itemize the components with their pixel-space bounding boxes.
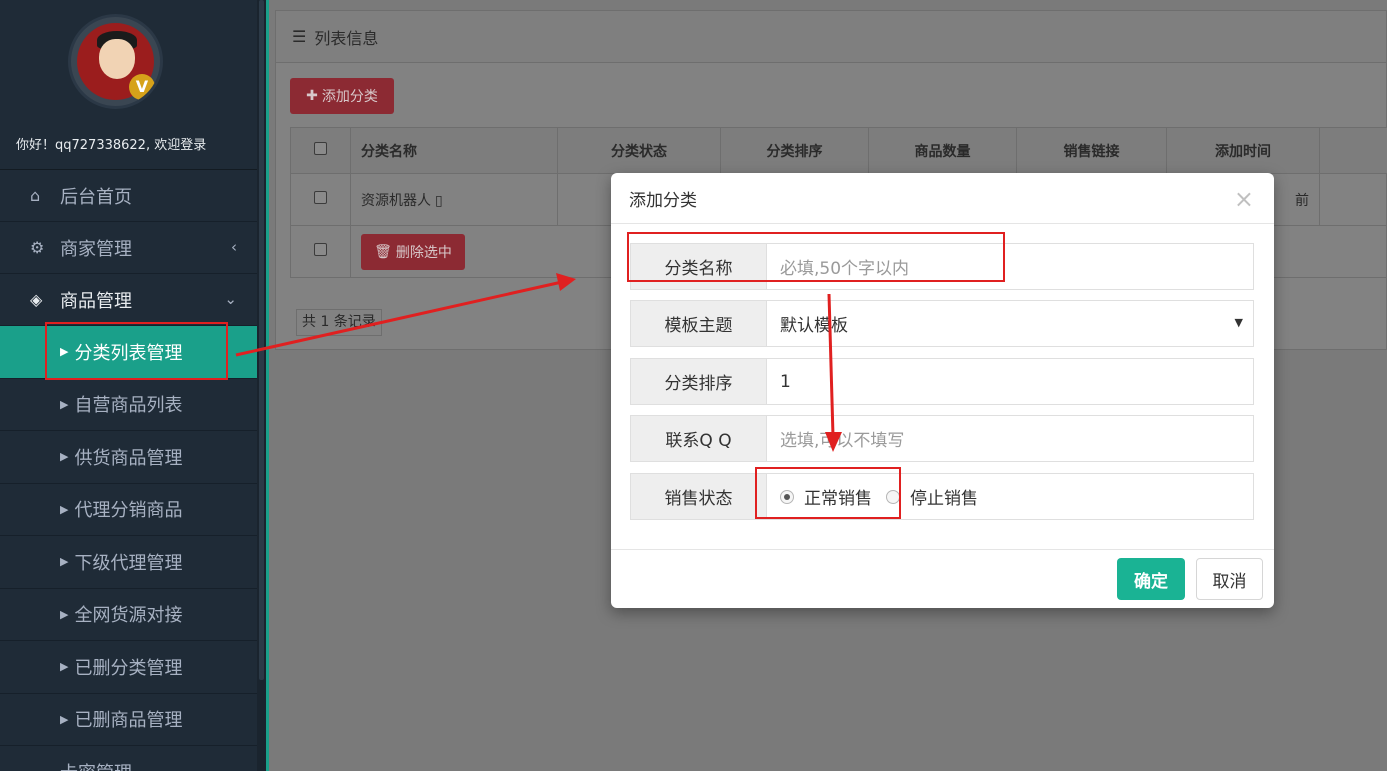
form-row-status: 销售状态 正常销售 停止销售	[630, 473, 1254, 520]
submenu-deleted-categories[interactable]: ▶ 已删分类管理	[0, 641, 257, 694]
col-header[interactable]: 销售链接	[1016, 127, 1167, 174]
theme-label: 模板主题	[631, 301, 767, 346]
modal-header: 添加分类 ×	[611, 173, 1274, 224]
annotation-box-status	[755, 467, 901, 519]
add-category-label: 添加分类	[321, 89, 378, 105]
form-row-theme: 模板主题 默认模板 ▼	[630, 300, 1254, 347]
caret-right-icon: ▶	[60, 502, 69, 516]
avatar-face	[99, 39, 135, 79]
close-icon[interactable]: ×	[1234, 185, 1254, 213]
add-category-button[interactable]: ✚ 添加分类	[290, 78, 394, 114]
theme-selected-value: 默认模板	[780, 316, 848, 336]
cancel-button[interactable]: 取消	[1196, 558, 1263, 600]
delete-selected-button[interactable]: 🗑 删除选中	[361, 233, 465, 270]
panel-title: 列表信息	[314, 28, 379, 48]
table-header-row: 分类名称 分类状态 分类排序 商品数量 销售链接 添加时间	[290, 127, 1387, 174]
menu-item-products[interactable]: ◈ 商品管理 ⌄	[0, 274, 257, 326]
annotation-box-name-field	[627, 232, 1005, 282]
caret-right-icon: ▶	[60, 555, 69, 569]
row-checkbox[interactable]	[314, 191, 327, 204]
order-label: 分类排序	[631, 359, 767, 404]
col-header[interactable]: 商品数量	[868, 127, 1017, 174]
submenu-label: 供货商品管理	[74, 447, 183, 469]
sidebar-scrollbar[interactable]	[257, 0, 266, 771]
caret-right-icon: ▶	[60, 607, 69, 621]
caret-right-icon: ▶	[60, 712, 69, 726]
col-header[interactable]: 分类排序	[720, 127, 869, 174]
modal-title: 添加分类	[629, 190, 697, 211]
gears-icon: ⚙	[30, 238, 45, 257]
category-name-cell: 资源机器人 ▯	[350, 173, 558, 226]
document-icon[interactable]: ▯	[435, 193, 443, 209]
qq-label: 联系Q Q	[631, 416, 767, 461]
form-row-order: 分类排序 1	[630, 358, 1254, 405]
record-count: 共 1 条记录	[296, 309, 382, 336]
welcome-text: 你好！qq727338622, 欢迎登录	[16, 138, 207, 153]
select-all-cell	[290, 127, 351, 174]
col-header[interactable]: 添加时间	[1166, 127, 1320, 174]
menu-item-cards[interactable]: ▭ 卡密管理 ‹	[0, 746, 257, 771]
table-cell	[1319, 173, 1387, 226]
footer-select-cell	[290, 225, 351, 278]
avatar[interactable]: V	[68, 14, 163, 109]
sidebar: V 你好！qq727338622, 欢迎登录 ⌂ 后台首页 ⚙ 商家管理 ‹ ◈…	[0, 0, 257, 771]
submenu-sub-agents[interactable]: ▶ 下级代理管理	[0, 536, 257, 589]
submenu-label: 已删分类管理	[74, 657, 183, 679]
menu-item-merchant[interactable]: ⚙ 商家管理 ‹	[0, 222, 257, 274]
menu-item-label: 商品管理	[60, 290, 132, 312]
confirm-button[interactable]: 确定	[1117, 558, 1185, 600]
profile-area: V 你好！qq727338622, 欢迎登录	[0, 0, 257, 170]
submenu-network-sources[interactable]: ▶ 全网货源对接	[0, 588, 257, 641]
vip-badge: V	[129, 74, 155, 100]
list-icon: ☰	[292, 27, 307, 46]
plus-icon: ✚	[306, 88, 318, 104]
home-icon: ⌂	[30, 186, 41, 205]
menu-item-label: 卡密管理	[60, 759, 132, 771]
form-row-qq: 联系Q Q 选填,可以不填写	[630, 415, 1254, 462]
cubes-icon: ◈	[30, 290, 43, 309]
caret-right-icon: ▶	[60, 660, 69, 674]
caret-right-icon: ▶	[60, 397, 69, 411]
modal-footer: 确定 取消	[611, 549, 1274, 608]
credit-card-icon: ▭	[30, 766, 52, 771]
category-name[interactable]: 资源机器人	[361, 193, 431, 209]
panel-header: ☰ 列表信息	[276, 11, 1386, 63]
category-order-input[interactable]: 1	[767, 359, 1253, 404]
theme-select[interactable]: 默认模板 ▼	[767, 301, 1253, 346]
trash-icon: 🗑	[374, 243, 392, 260]
status-stopped-label[interactable]: 停止销售	[910, 484, 978, 509]
chevron-left-icon: ‹	[231, 238, 237, 256]
menu-item-label: 后台首页	[60, 186, 132, 208]
col-header[interactable]: 分类状态	[557, 127, 721, 174]
select-all-checkbox[interactable]	[314, 142, 327, 155]
caret-right-icon: ▶	[60, 450, 69, 464]
submenu-deleted-products[interactable]: ▶ 已删商品管理	[0, 693, 257, 746]
scrollbar-thumb[interactable]	[259, 0, 264, 680]
row-select-cell	[290, 173, 351, 226]
chevron-left-icon: ‹	[231, 766, 237, 771]
delete-selected-label: 删除选中	[395, 244, 452, 261]
menu-item-label: 商家管理	[60, 238, 132, 260]
chevron-down-icon: ⌄	[224, 290, 237, 308]
col-header-extra	[1319, 127, 1387, 174]
col-header[interactable]: 分类名称	[350, 127, 558, 174]
submenu-label: 已删商品管理	[74, 710, 183, 732]
status-label: 销售状态	[631, 474, 767, 519]
submenu-self-products[interactable]: ▶ 自营商品列表	[0, 378, 257, 431]
footer-checkbox[interactable]	[314, 243, 327, 256]
qq-input[interactable]: 选填,可以不填写	[767, 416, 1253, 461]
submenu-label: 全网货源对接	[74, 605, 183, 627]
submenu-supply-products[interactable]: ▶ 供货商品管理	[0, 431, 257, 484]
submenu-agent-distribution[interactable]: ▶ 代理分销商品	[0, 483, 257, 536]
submenu-label: 自营商品列表	[74, 395, 183, 417]
add-time: 前	[1295, 192, 1309, 209]
caret-down-icon: ▼	[1234, 316, 1243, 329]
submenu-label: 代理分销商品	[74, 500, 183, 522]
annotation-box-submenu	[45, 322, 228, 380]
menu-item-home[interactable]: ⌂ 后台首页	[0, 170, 257, 222]
submenu-label: 下级代理管理	[74, 552, 183, 574]
